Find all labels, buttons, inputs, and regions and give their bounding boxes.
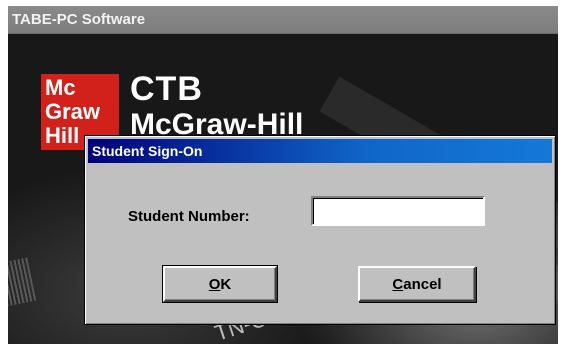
student-sign-on-dialog: Student Sign-On Student Number: OK Cance…	[84, 135, 556, 325]
dialog-title: Student Sign-On	[92, 143, 203, 159]
logo-line-1: Mc	[45, 75, 76, 100]
outer-titlebar[interactable]: TABE-PC Software	[8, 6, 558, 34]
cancel-button[interactable]: Cancel	[358, 266, 476, 302]
ok-accelerator: O	[208, 275, 221, 293]
cancel-accelerator: C	[392, 275, 404, 293]
student-number-input[interactable]	[311, 196, 485, 226]
ok-label-rest: K	[220, 275, 232, 293]
outer-window: TABE-PC Software Mc Graw Hill CTB McGraw…	[8, 6, 558, 344]
window-title: TABE-PC Software	[12, 11, 146, 28]
logo-line-2: Graw	[45, 99, 101, 124]
ok-button[interactable]: OK	[162, 265, 278, 303]
brand-ctb: CTB	[130, 70, 203, 108]
logo-line-3: Hill	[45, 123, 80, 148]
student-number-label: Student Number:	[128, 208, 250, 225]
barcode-graphic	[8, 257, 37, 307]
dialog-titlebar[interactable]: Student Sign-On	[88, 139, 552, 163]
cancel-label-rest: ancel	[403, 275, 442, 293]
